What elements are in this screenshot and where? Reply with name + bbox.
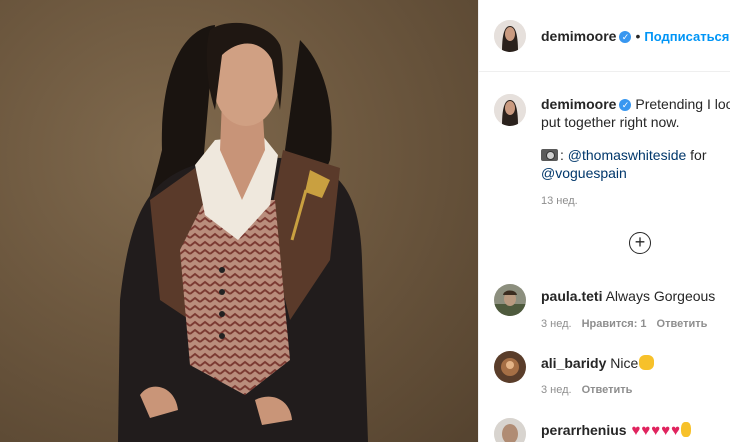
comment-username[interactable]: perarrhenius (541, 422, 627, 438)
comment-text: Nice (610, 355, 639, 371)
clapping-hands-emoji-icon (639, 355, 655, 370)
reply-button[interactable]: Ответить (657, 318, 708, 330)
comment-meta: 3 нед. Ответить (541, 384, 642, 396)
credit-colon: : (560, 147, 564, 163)
comment-avatar[interactable] (494, 351, 526, 383)
comment-row: perarrhenius ♥♥♥♥♥ (541, 422, 692, 439)
caption-credit-line: : @thomaswhiteside for (541, 147, 707, 163)
verified-badge-icon: ✓ (619, 99, 632, 111)
comment-username[interactable]: ali_baridy (541, 355, 606, 371)
comment-avatar[interactable] (494, 418, 526, 442)
post-photo[interactable] (0, 0, 478, 442)
caption-mention-line: @voguespain (541, 165, 627, 181)
comment-likes[interactable]: Нравится: 1 (582, 318, 647, 330)
caption-second-line: put together right now. (541, 114, 680, 130)
comment-avatar[interactable] (494, 284, 526, 316)
caption-time[interactable]: 13 нед. (541, 195, 578, 207)
comment-row: ali_baridy Nice (541, 355, 655, 371)
caption-text: Pretending I loo (635, 96, 730, 112)
post-header: demimoore ✓ • Подписаться (479, 0, 730, 72)
comment-time[interactable]: 3 нед. (541, 384, 572, 396)
comment-meta: 3 нед. Нравится: 1 Ответить (541, 318, 717, 330)
author-username[interactable]: demimoore (541, 28, 616, 44)
reply-button[interactable]: Ответить (582, 384, 633, 396)
photographer-mention-link[interactable]: @thomaswhiteside (568, 147, 687, 163)
follow-button[interactable]: Подписаться (644, 29, 729, 44)
camera-emoji-icon (541, 149, 558, 161)
author-avatar[interactable] (494, 20, 526, 52)
comment-text: Always Gorgeous (605, 288, 716, 304)
comment-username[interactable]: paula.teti (541, 288, 602, 304)
post-photo-illustration (118, 22, 368, 442)
magazine-mention-link[interactable]: @voguespain (541, 165, 627, 181)
comment-time[interactable]: 3 нед. (541, 318, 572, 330)
load-more-comments-icon[interactable]: + (629, 232, 651, 254)
credit-for-text: for (690, 147, 707, 163)
header-user-row: demimoore ✓ • Подписаться (541, 28, 729, 46)
caption-first-line: demimoore ✓ Pretending I loo (541, 96, 730, 112)
post-side-panel: demimoore ✓ • Подписаться demimoore ✓ Preten… (478, 0, 730, 442)
caption-username[interactable]: demimoore (541, 96, 616, 112)
caption-avatar[interactable] (494, 94, 526, 126)
verified-badge-icon: ✓ (619, 31, 632, 43)
comment-row: paula.teti Always Gorgeous (541, 288, 715, 304)
separator-dot: • (635, 28, 641, 44)
heart-emoji-row-icon: ♥♥♥♥♥ (630, 422, 692, 439)
